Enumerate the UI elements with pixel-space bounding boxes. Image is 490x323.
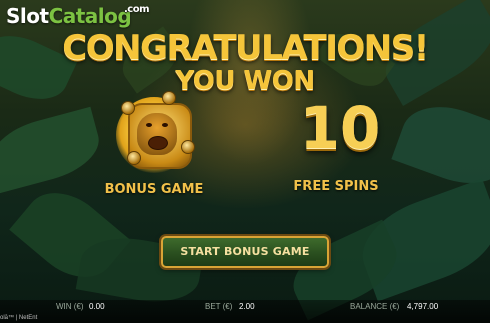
congratulations-heading: CONGRATULATIONS! [62, 28, 429, 68]
balance-label: BALANCE (€) [350, 302, 400, 311]
balance-value: 4,797.00 [407, 302, 439, 311]
watermark-suffix: .com [124, 4, 150, 15]
gold-gem-icon [162, 91, 176, 105]
gold-gem-icon [181, 140, 195, 154]
start-bonus-game-button[interactable]: START BONUS GAME [161, 236, 329, 268]
win-value: 0.00 [89, 302, 105, 311]
watermark-highlight: Catalog [48, 4, 132, 28]
you-won-heading: YOU WON [175, 66, 315, 96]
bet-label: BET (€) [205, 302, 233, 311]
watermark-prefix: Slot [6, 4, 49, 28]
gorilla-mouth [148, 136, 168, 150]
win-label: WIN (€) [56, 302, 84, 311]
bet-value: 2.00 [239, 302, 255, 311]
gorilla-eye [162, 123, 168, 127]
free-spins-count: 10 [299, 94, 381, 162]
leaf-decoration [0, 106, 106, 194]
free-spins-label: FREE SPINS [293, 179, 379, 194]
gold-gem-icon [121, 101, 135, 115]
footer-brand: olā™ | NetEnt [0, 315, 38, 321]
gorilla-eye [146, 123, 152, 127]
bonus-game-label: BONUS GAME [104, 182, 204, 197]
gold-gem-icon [127, 151, 141, 165]
slotcatalog-watermark: SlotCatalog .com [6, 4, 150, 28]
